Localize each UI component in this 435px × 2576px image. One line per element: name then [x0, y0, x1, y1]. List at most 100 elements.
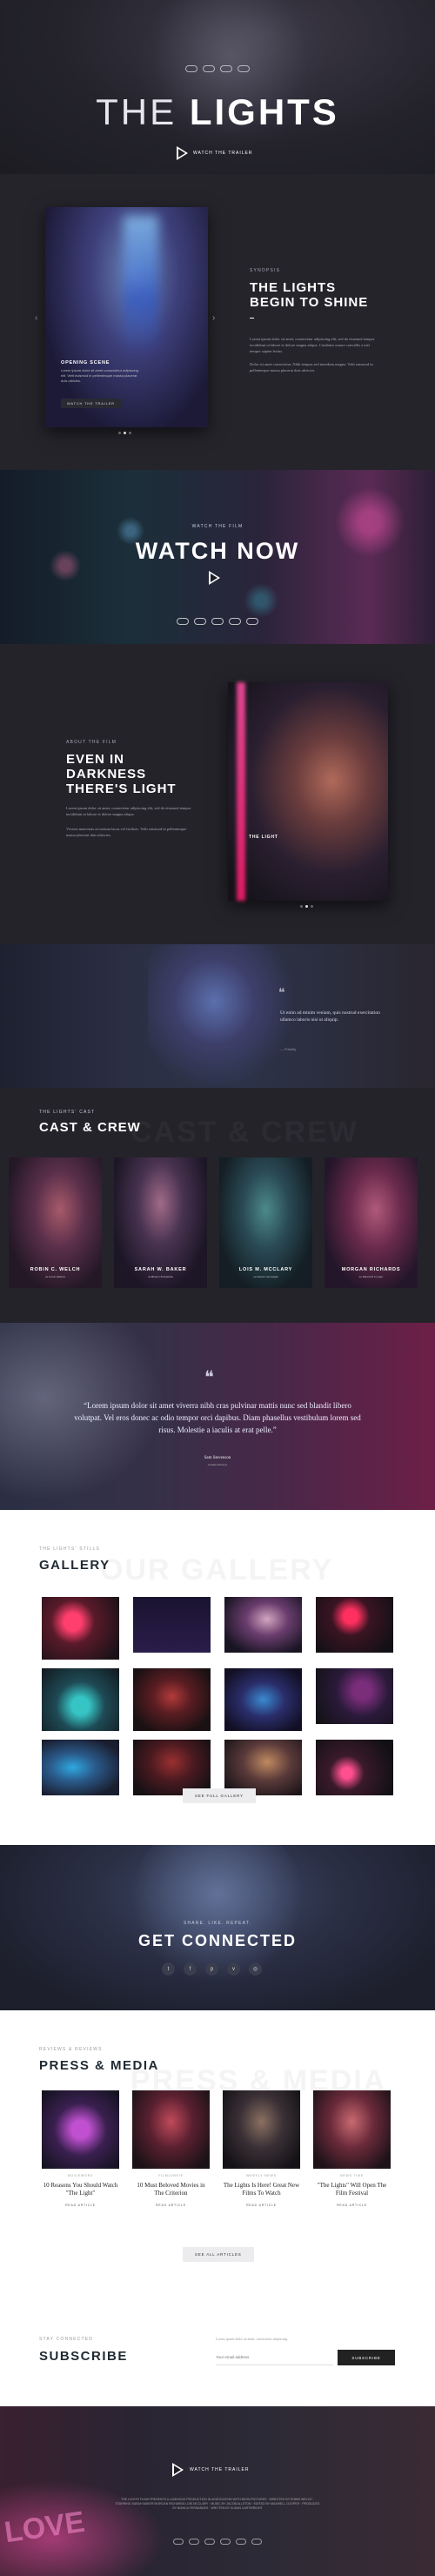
- press-article: FILMJUNKIE 10 Must Beloved Movies in The…: [132, 2090, 210, 2207]
- about-slider-dots: [300, 905, 313, 908]
- billing-block-credits: THE LIGHTS FILMS PRESENTS A LUMINOUS PRO…: [115, 2498, 320, 2510]
- cast-card[interactable]: ROBIN C. WELCH as Jacob Allston: [9, 1157, 102, 1288]
- watch-now-section: WATCH THE FILM WATCH NOW: [0, 470, 435, 644]
- synopsis-paragraph: Dolor sit amet consectetur. Nibh tempus …: [250, 362, 373, 372]
- gallery-image[interactable]: [42, 1597, 119, 1660]
- slider-next-arrow-icon[interactable]: ›: [212, 313, 215, 323]
- hero-watch-trailer-button[interactable]: WATCH THE TRAILER: [177, 146, 253, 160]
- connect-heading: GET CONNECTED: [137, 1932, 297, 1949]
- read-article-link[interactable]: READ ARTICLE: [42, 2204, 119, 2207]
- synopsis-heading: THE LIGHTS BEGIN TO SHINE: [250, 280, 369, 310]
- press-title[interactable]: 10 Reasons You Should Watch "The Light": [42, 2182, 119, 2197]
- read-article-link[interactable]: READ ARTICLE: [313, 2204, 391, 2207]
- watch-heading: WATCH NOW: [135, 538, 300, 564]
- slider-dot-active[interactable]: [124, 432, 126, 434]
- gallery-image[interactable]: [224, 1597, 302, 1653]
- gallery-image[interactable]: [316, 1740, 393, 1795]
- facebook-icon[interactable]: f: [184, 1962, 197, 1976]
- press-title[interactable]: "The Lights" Will Open The Film Festival: [313, 2182, 391, 2197]
- cast-name: LOIS M. MCCLARY: [238, 1267, 293, 1272]
- press-image[interactable]: [132, 2090, 210, 2169]
- subscribe-button[interactable]: SUBSCRIBE: [338, 2350, 395, 2365]
- gallery-background-word: OUR GALLERY: [100, 1553, 334, 1587]
- twitter-icon[interactable]: t: [162, 1962, 175, 1976]
- heading-rule: [250, 318, 254, 319]
- press-source: WEEKLY NEWS: [246, 2174, 277, 2177]
- review-author: Sam Stevenson: [204, 1456, 231, 1460]
- slider-dot[interactable]: [118, 432, 121, 434]
- watch-eyebrow: WATCH THE FILM: [191, 524, 244, 529]
- laurel-icon: [220, 65, 232, 72]
- gallery-image[interactable]: [224, 1740, 302, 1795]
- hero-title: THE LIGHTS: [0, 91, 435, 133]
- gallery-image[interactable]: [42, 1740, 119, 1795]
- about-eyebrow: ABOUT THE FILM: [66, 740, 117, 745]
- social-icons: t f p v ◎: [162, 1962, 262, 1976]
- press-source: FILMJUNKIE: [158, 2174, 184, 2177]
- cast-background-word: CAST & CREW: [130, 1116, 358, 1150]
- press-image[interactable]: [42, 2090, 119, 2169]
- vimeo-icon[interactable]: v: [227, 1962, 240, 1976]
- slider-dot[interactable]: [300, 905, 303, 908]
- review-quote-text: “Lorem ipsum dolor sit amet viverra nibh…: [74, 1401, 361, 1434]
- read-article-link[interactable]: READ ARTICLE: [132, 2204, 210, 2207]
- instagram-icon[interactable]: ◎: [249, 1962, 262, 1976]
- footer-award-laurels: [0, 2533, 435, 2549]
- gallery-image[interactable]: [133, 1740, 211, 1795]
- slider-dot[interactable]: [129, 432, 131, 434]
- gallery-grid: [42, 1597, 393, 1795]
- footer-watch-trailer-button[interactable]: WATCH THE TRAILER: [172, 2463, 250, 2477]
- cast-section: CAST & CREW THE LIGHTS' CAST CAST & CREW…: [0, 1088, 435, 1323]
- pinterest-icon[interactable]: p: [205, 1962, 218, 1976]
- press-heading: PRESS & MEDIA: [39, 2058, 159, 2073]
- gallery-image[interactable]: [133, 1597, 211, 1653]
- press-image[interactable]: [223, 2090, 300, 2169]
- about-heading: EVEN IN DARKNESS THERE'S LIGHT: [66, 752, 177, 796]
- cast-card[interactable]: LOIS M. MCCLARY as Susan Cartwright: [219, 1157, 312, 1288]
- see-all-articles-button[interactable]: SEE ALL ARTICLES: [183, 2247, 254, 2262]
- press-article: NEWS TIME "The Lights" Will Open The Fil…: [313, 2090, 391, 2207]
- gallery-image[interactable]: [224, 1668, 302, 1731]
- footer-trailer-section: LOVE WATCH THE TRAILER THE LIGHTS FILMS …: [0, 2406, 435, 2576]
- laurel-icon: [251, 2539, 262, 2545]
- cast-name: SARAH W. BAKER: [134, 1267, 187, 1272]
- laurel-icon: [246, 618, 258, 625]
- laurel-icon: [204, 2539, 215, 2545]
- read-article-link[interactable]: READ ARTICLE: [223, 2204, 300, 2207]
- press-image[interactable]: [313, 2090, 391, 2169]
- email-field[interactable]: [216, 2350, 333, 2365]
- see-full-gallery-button[interactable]: SEE FULL GALLERY: [183, 1788, 256, 1803]
- hero-trailer-label: WATCH THE TRAILER: [193, 151, 253, 156]
- gallery-image[interactable]: [316, 1597, 393, 1653]
- laurel-icon: [173, 2539, 184, 2545]
- synopsis-eyebrow: SYNOPSIS: [250, 268, 281, 273]
- cast-card[interactable]: MORGAN RICHARDS as Maxwell Cooper: [325, 1157, 418, 1288]
- gallery-image[interactable]: [133, 1668, 211, 1731]
- cast-card[interactable]: SARAH W. BAKER as Bianca Fernandes: [114, 1157, 207, 1288]
- watch-award-laurels: [0, 614, 435, 629]
- about-photo-caption: THE LIGHT: [249, 835, 278, 840]
- slide-trailer-button[interactable]: WATCH THE TRAILER: [61, 399, 121, 408]
- gallery-image[interactable]: [316, 1668, 393, 1724]
- slider-prev-arrow-icon[interactable]: ‹: [35, 313, 37, 323]
- quote-mark-icon: ❝: [278, 987, 285, 1000]
- press-title[interactable]: The Lights Is Here! Great New Films To W…: [223, 2182, 300, 2197]
- about-section: ABOUT THE FILM EVEN IN DARKNESS THERE'S …: [0, 644, 435, 944]
- press-title[interactable]: 10 Must Beloved Movies in The Criterion: [132, 2182, 210, 2197]
- gallery-section: OUR GALLERY THE LIGHTS' STILLS GALLERY S…: [0, 1510, 435, 1845]
- press-section: PRESS & MEDIA REVIEWS & REVIEWS PRESS & …: [0, 2010, 435, 2337]
- laurel-icon: [220, 2539, 231, 2545]
- cast-role: as Jacob Allston: [45, 1275, 65, 1278]
- slider-dot-active[interactable]: [305, 905, 308, 908]
- quote-author: — Freshly: [280, 1047, 297, 1051]
- about-photo: THE LIGHT: [228, 682, 388, 901]
- laurel-icon: [177, 618, 189, 625]
- watch-play-button[interactable]: [209, 571, 220, 585]
- neon-strip: [237, 682, 245, 901]
- gallery-image[interactable]: [42, 1668, 119, 1731]
- slider-dot[interactable]: [311, 905, 313, 908]
- quote-mark-icon: ❝: [204, 1368, 214, 1387]
- press-list: MOVIEWORX 10 Reasons You Should Watch "T…: [42, 2090, 391, 2207]
- subscribe-note: Lorem ipsum dolor sit amet, consectetur …: [216, 2337, 289, 2341]
- press-source: MOVIEWORX: [67, 2174, 94, 2177]
